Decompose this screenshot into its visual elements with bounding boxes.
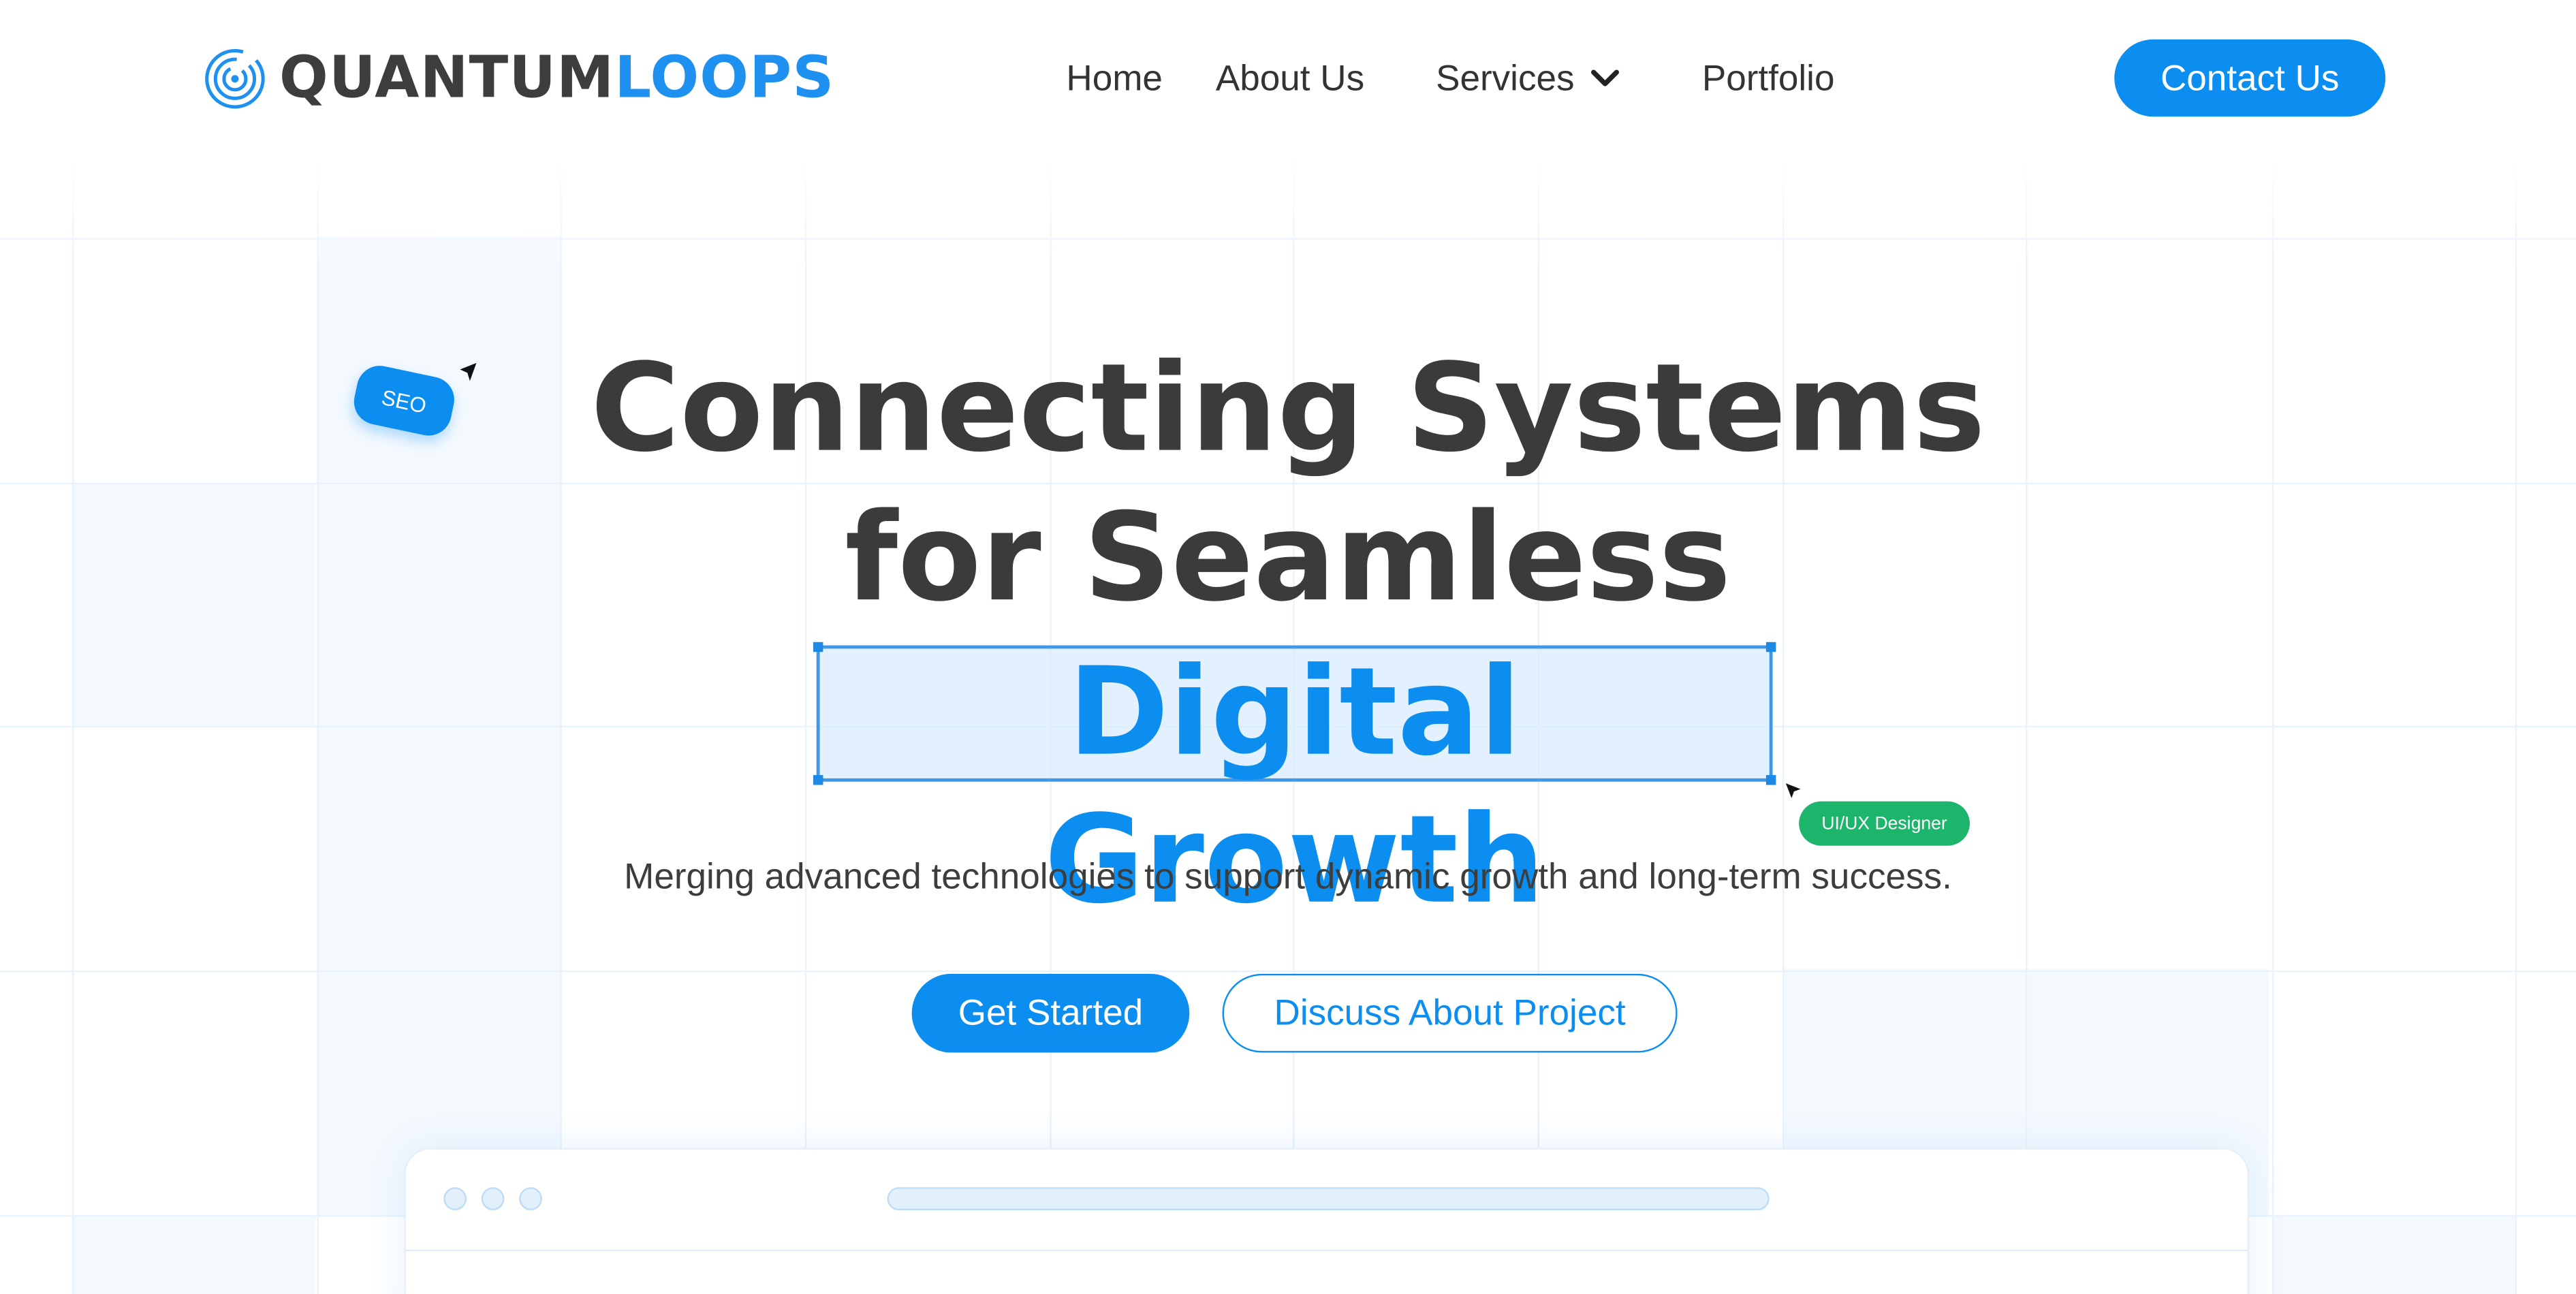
mockup-divider <box>405 1249 2248 1252</box>
nav-services[interactable]: Services <box>1436 49 1620 108</box>
browser-mockup <box>404 1148 2250 1294</box>
nav-about-us[interactable]: About Us <box>1216 49 1364 108</box>
concentric-circles-icon <box>205 48 265 109</box>
contact-us-button[interactable]: Contact Us <box>2114 39 2386 117</box>
logo-wordmark: QUANTUMLOOPS <box>279 46 835 112</box>
window-dot <box>481 1187 505 1211</box>
hero-subtitle: Merging advanced technologies to support… <box>624 855 1952 897</box>
chevron-down-icon <box>1591 69 1620 86</box>
cursor-arrow-icon <box>1785 783 1801 798</box>
cursor-arrow-icon <box>460 362 477 381</box>
nav-services-label: Services <box>1436 57 1575 99</box>
window-dot <box>519 1187 542 1211</box>
designer-tag: UI/UX Designer <box>1799 801 1970 846</box>
page: QUANTUMLOOPS Home About Us Services Port… <box>0 0 2576 1294</box>
site-header: QUANTUMLOOPS Home About Us Services Port… <box>0 0 2576 158</box>
hero-title-line-2: for Seamless <box>845 488 1731 629</box>
nav-home[interactable]: Home <box>1066 49 1163 108</box>
logo[interactable]: QUANTUMLOOPS <box>204 44 834 113</box>
url-bar <box>887 1187 1770 1211</box>
window-dot <box>443 1187 467 1211</box>
get-started-button[interactable]: Get Started <box>911 973 1190 1053</box>
discuss-project-button[interactable]: Discuss About Project <box>1222 973 1678 1053</box>
grid-fade <box>0 157 2576 273</box>
nav-portfolio[interactable]: Portfolio <box>1702 49 1835 108</box>
